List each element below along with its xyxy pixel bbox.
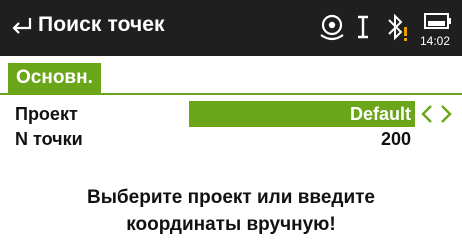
battery-icon	[424, 13, 451, 29]
gps-status-icon	[320, 14, 344, 41]
point-number-label: N точки	[15, 129, 83, 149]
project-select[interactable]: Default	[189, 101, 415, 127]
instruction-message: Выберите проект или введите координаты в…	[0, 184, 462, 238]
tab-underline	[0, 93, 462, 95]
tab-main[interactable]: Основн.	[8, 63, 101, 93]
project-value: Default	[349, 104, 411, 124]
bluetooth-warning-icon	[388, 13, 407, 41]
clock: 14:02	[419, 34, 451, 48]
back-arrow-icon[interactable]	[10, 14, 36, 40]
next-project-arrow-icon[interactable]	[437, 101, 455, 127]
message-line-2: координаты вручную!	[126, 214, 336, 235]
previous-project-arrow-icon[interactable]	[418, 101, 436, 127]
point-number-field[interactable]: 200	[300, 129, 411, 150]
project-label: Проект	[15, 104, 78, 124]
text-cursor-icon	[358, 15, 368, 39]
message-line-1: Выберите проект или введите	[86, 187, 376, 208]
title-bar: Поиск точек 14:02	[0, 0, 462, 56]
page-title: Поиск точек	[38, 13, 165, 36]
